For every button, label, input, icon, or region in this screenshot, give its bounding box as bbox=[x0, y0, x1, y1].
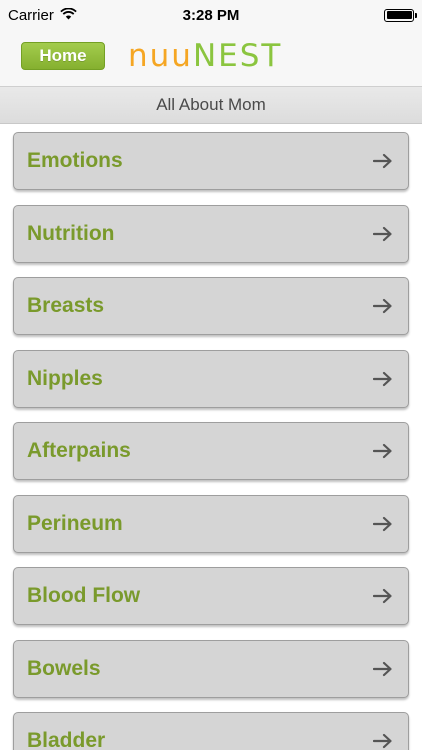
home-button[interactable]: Home bbox=[21, 42, 105, 70]
menu-item-nutrition[interactable]: Nutrition bbox=[13, 205, 409, 263]
logo-text-part1: nuu bbox=[128, 38, 193, 74]
arrow-right-icon bbox=[372, 660, 394, 678]
arrow-right-icon bbox=[372, 732, 394, 750]
menu-item-label: Nipples bbox=[27, 367, 103, 390]
section-title: All About Mom bbox=[156, 95, 266, 114]
app-header: Home nuu NEST bbox=[0, 30, 422, 86]
menu-item-label: Bowels bbox=[27, 657, 101, 680]
wifi-icon bbox=[60, 7, 77, 24]
menu-item-label: Nutrition bbox=[27, 222, 115, 245]
carrier-label: Carrier bbox=[8, 6, 54, 24]
menu-item-label: Perineum bbox=[27, 512, 123, 535]
nuunest-logo: nuu NEST bbox=[128, 36, 282, 76]
battery-icon bbox=[384, 8, 417, 22]
menu-item-label: Bladder bbox=[27, 729, 106, 750]
arrow-right-icon bbox=[372, 297, 394, 315]
logo-text-part2: NEST bbox=[192, 38, 283, 74]
menu-item-nipples[interactable]: Nipples bbox=[13, 350, 409, 408]
menu-item-label: Afterpains bbox=[27, 439, 131, 462]
menu-item-label: Breasts bbox=[27, 294, 105, 317]
arrow-right-icon bbox=[372, 442, 394, 460]
menu-item-perineum[interactable]: Perineum bbox=[13, 495, 409, 553]
battery-fill bbox=[386, 11, 412, 19]
menu-item-label: Emotions bbox=[27, 149, 123, 172]
status-right bbox=[384, 8, 417, 22]
menu-item-bladder[interactable]: Bladder bbox=[13, 712, 409, 750]
status-bar: Carrier 3:28 PM bbox=[0, 0, 422, 30]
menu-item-blood-flow[interactable]: Blood Flow bbox=[13, 567, 409, 625]
menu-item-bowels[interactable]: Bowels bbox=[13, 640, 409, 698]
status-left: Carrier bbox=[8, 7, 77, 24]
arrow-right-icon bbox=[372, 515, 394, 533]
arrow-right-icon bbox=[372, 152, 394, 170]
menu-item-afterpains[interactable]: Afterpains bbox=[13, 422, 409, 480]
menu-item-breasts[interactable]: Breasts bbox=[13, 277, 409, 335]
menu-item-emotions[interactable]: Emotions bbox=[13, 132, 409, 190]
section-title-bar: All About Mom bbox=[0, 86, 422, 124]
menu-item-label: Blood Flow bbox=[27, 584, 141, 607]
arrow-right-icon bbox=[372, 225, 394, 243]
arrow-right-icon bbox=[372, 370, 394, 388]
arrow-right-icon bbox=[372, 587, 394, 605]
app-screen: Carrier 3:28 PM Home nuu NEST All About M… bbox=[0, 0, 422, 750]
